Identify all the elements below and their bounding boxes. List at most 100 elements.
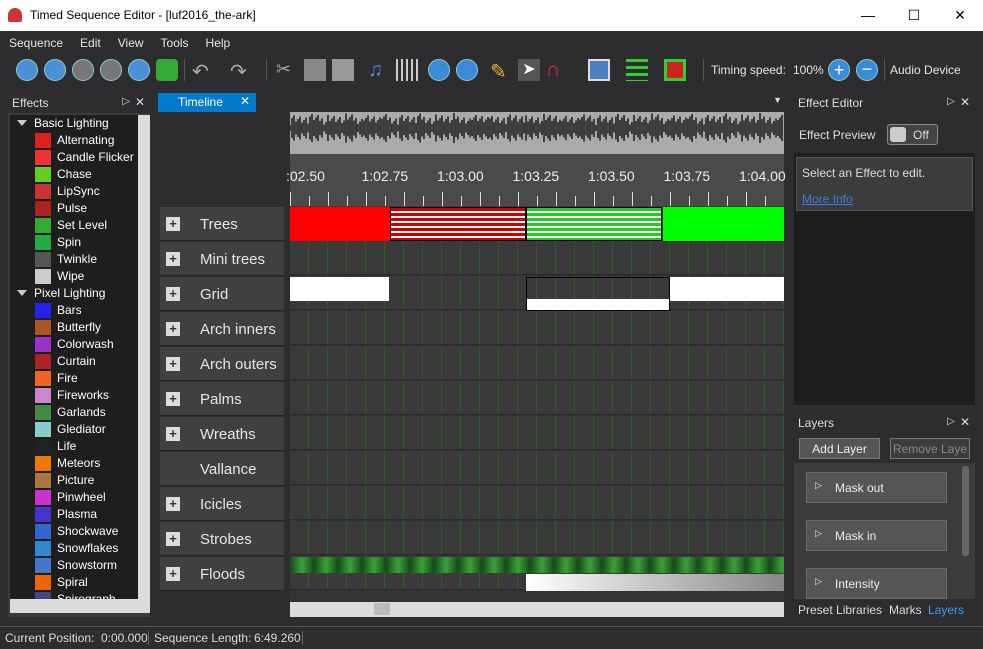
more-info-link[interactable]: More Info (802, 192, 853, 206)
effect-item[interactable]: Life (10, 438, 138, 455)
effects-vertical-scrollbar[interactable] (138, 115, 150, 599)
row-header[interactable]: + Grid (160, 277, 284, 311)
effect-preview-toggle[interactable]: Off (887, 124, 938, 145)
stop-button[interactable] (72, 59, 94, 81)
pause-button[interactable] (100, 59, 122, 81)
timeline-horizontal-scrollbar[interactable] (290, 602, 784, 617)
effect-item[interactable]: Pinwheel (10, 489, 138, 506)
tab-timeline[interactable]: Timeline ✕ (158, 93, 256, 112)
row-header[interactable]: + Strobes (160, 522, 284, 556)
remove-layer-button[interactable]: Remove Laye (890, 438, 970, 459)
effect-item[interactable]: Meteors (10, 455, 138, 472)
effect-block[interactable] (290, 207, 390, 241)
effect-item[interactable]: LipSync (10, 183, 138, 200)
row-header[interactable]: + Arch inners (160, 312, 284, 346)
effect-group[interactable]: Basic Lighting (10, 115, 138, 132)
effect-block[interactable] (390, 207, 526, 241)
effect-item[interactable]: Spiral (10, 574, 138, 591)
pin-icon[interactable]: ▷ (122, 96, 130, 107)
row-header[interactable]: + Mini trees (160, 242, 284, 276)
effect-group[interactable]: Pixel Lighting (10, 285, 138, 302)
select-cursor-icon[interactable]: ➤ (518, 59, 540, 81)
zoom-in-icon[interactable] (428, 59, 450, 81)
effect-item[interactable]: Butterfly (10, 319, 138, 336)
layout-icon[interactable] (588, 59, 610, 81)
close-icon[interactable]: ✕ (135, 95, 145, 109)
effect-item[interactable]: Shockwave (10, 523, 138, 540)
effect-item[interactable]: Spin (10, 234, 138, 251)
effect-item[interactable]: Plasma (10, 506, 138, 523)
expand-icon[interactable]: + (166, 532, 180, 546)
effect-item[interactable]: Picture (10, 472, 138, 489)
effect-row[interactable] (290, 381, 784, 415)
layer-item[interactable]: Mask out (806, 472, 947, 503)
row-header[interactable]: + Wreaths (160, 417, 284, 451)
effect-item[interactable]: Set Level (10, 217, 138, 234)
row-header[interactable]: + Floods (160, 557, 284, 591)
effect-item[interactable]: Chase (10, 166, 138, 183)
effect-item[interactable]: Glediator (10, 421, 138, 438)
effect-item[interactable]: Fire (10, 370, 138, 387)
row-header[interactable]: + Trees (160, 207, 284, 241)
tab-marks[interactable]: Marks (889, 603, 922, 617)
add-layer-button[interactable]: Add Layer (799, 438, 880, 459)
effect-block[interactable] (526, 574, 784, 591)
effect-row[interactable] (290, 311, 784, 345)
bad-timing-icon[interactable] (664, 59, 686, 81)
undo-icon[interactable]: ↶ (192, 59, 214, 83)
layer-item[interactable]: Mask in (806, 520, 947, 551)
menu-tools[interactable]: Tools (152, 31, 197, 50)
copy-icon[interactable] (304, 59, 326, 81)
effect-item[interactable]: Snowstorm (10, 557, 138, 574)
menu-help[interactable]: Help (197, 31, 239, 50)
menu-view[interactable]: View (109, 31, 152, 50)
expand-icon[interactable]: + (166, 497, 180, 511)
effects-horizontal-scrollbar[interactable] (10, 599, 150, 613)
effect-row[interactable] (290, 416, 784, 450)
time-ruler[interactable]: :02.50 1:02.75 1:03.00 1:03.25 1:03.50 1:03.7… (286, 154, 786, 206)
rewind-button[interactable] (16, 59, 38, 81)
pin-icon[interactable]: ▷ (947, 416, 955, 427)
effect-block[interactable] (526, 277, 670, 311)
speed-up-icon[interactable]: + (828, 59, 850, 81)
effect-item[interactable]: Twinkle (10, 251, 138, 268)
cut-icon[interactable]: ✂ (276, 59, 298, 81)
close-icon[interactable]: ✕ (240, 94, 250, 108)
effect-row[interactable] (290, 241, 784, 275)
music-icon[interactable]: ♫ (368, 59, 390, 81)
expand-icon[interactable]: + (166, 322, 180, 336)
effect-item[interactable]: Curtain (10, 353, 138, 370)
effect-item[interactable]: Alternating (10, 132, 138, 149)
row-header[interactable]: + Icicles (160, 487, 284, 521)
effect-block[interactable] (526, 207, 662, 241)
expand-icon[interactable]: + (166, 217, 180, 231)
expand-icon[interactable]: + (166, 567, 180, 581)
effect-block[interactable] (290, 277, 389, 311)
pencil-icon[interactable]: ✎ (490, 59, 512, 83)
effect-row[interactable] (290, 521, 784, 555)
zoom-out-icon[interactable] (456, 59, 478, 81)
effect-row[interactable] (290, 486, 784, 520)
effect-item[interactable]: Snowflakes (10, 540, 138, 557)
expand-icon[interactable]: + (166, 392, 180, 406)
effect-item[interactable]: Candle Flicker (10, 149, 138, 166)
effect-row[interactable] (290, 346, 784, 380)
close-icon[interactable]: ✕ (960, 415, 970, 429)
layer-item[interactable]: Intensity (806, 568, 947, 599)
speed-down-icon[interactable]: − (856, 59, 878, 81)
magnet-icon[interactable]: ∩ (546, 59, 568, 81)
minimize-button[interactable]: — (845, 0, 891, 31)
redo-icon[interactable]: ↷ (230, 59, 252, 83)
paste-icon[interactable] (332, 59, 354, 81)
row-header[interactable]: Vallance (160, 452, 284, 486)
loop-button[interactable] (156, 59, 178, 81)
fast-forward-button[interactable] (128, 59, 150, 81)
expand-icon[interactable]: + (166, 287, 180, 301)
audio-device-label[interactable]: Audio Device (890, 63, 961, 77)
chevron-down-icon[interactable]: ▼ (773, 95, 782, 105)
effect-item[interactable]: Spirograph (10, 591, 138, 599)
close-window-button[interactable]: ✕ (937, 0, 983, 31)
layers-scrollbar[interactable] (962, 466, 969, 556)
timeline-grid[interactable]: :02.50 1:02.75 1:03.00 1:03.25 1:03.50 1:03.7… (286, 112, 786, 602)
effect-item[interactable]: Garlands (10, 404, 138, 421)
